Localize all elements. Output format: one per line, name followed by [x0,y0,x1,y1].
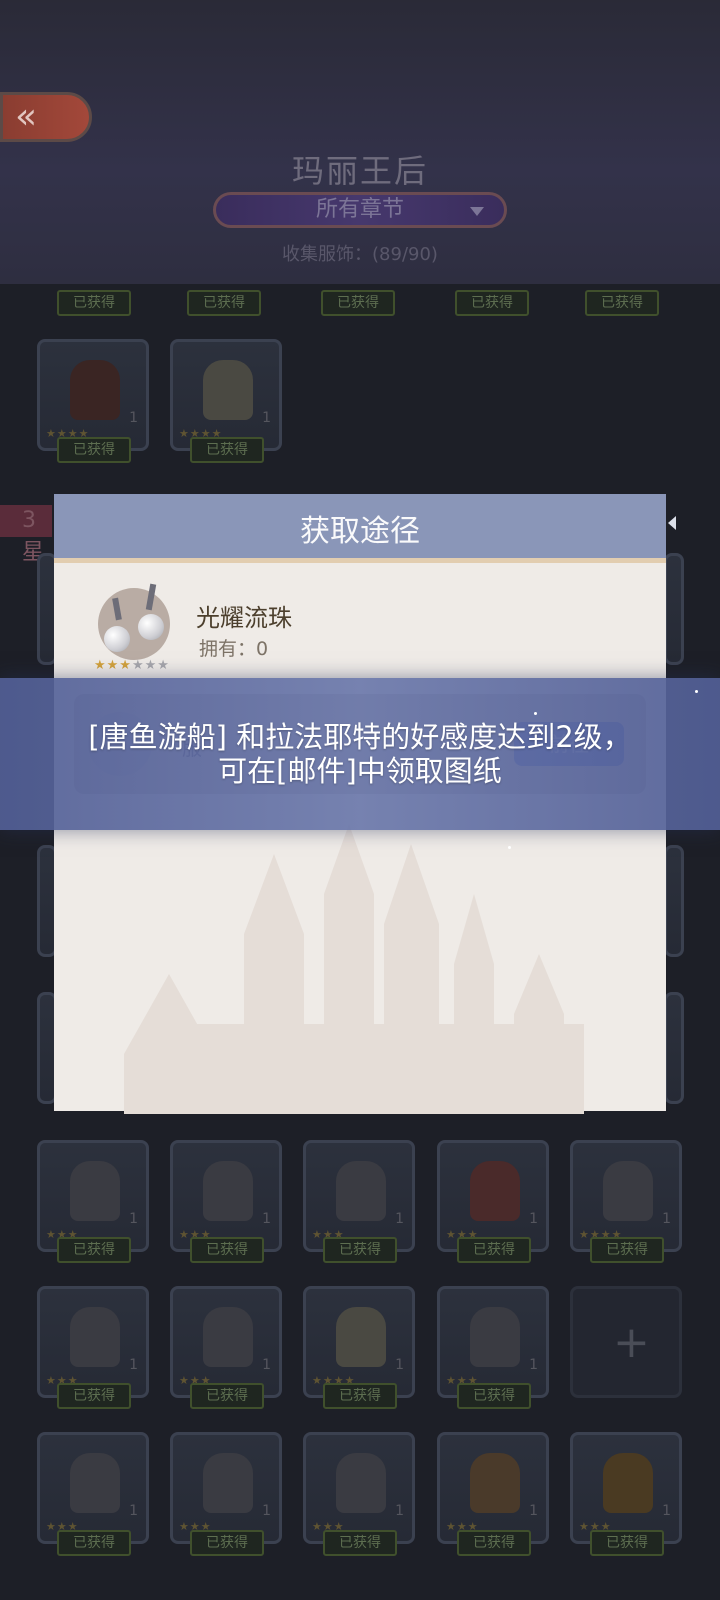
page-title: 玛丽王后 [291,152,428,190]
costume-item[interactable]: 1 ★★★ [37,1286,149,1398]
obtained-badge: 已获得 [457,1530,531,1556]
heels-icon [603,1453,653,1513]
item-quantity: 1 [529,1503,538,1519]
chapter-select-label: 所有章节 [315,197,404,222]
costume-item[interactable]: 1 ★★★ [37,1432,149,1544]
item-owned-count: 拥有：0 [199,638,269,660]
obtained-badge: 已获得 [190,437,264,463]
obtained-badge: 已获得 [57,1383,131,1409]
costume-item[interactable]: 1 ★★★★ [37,339,149,451]
item-quantity: 1 [262,1503,271,1519]
item-quantity: 1 [262,1211,271,1227]
bow-earrings-icon [203,1453,253,1513]
item-quantity: 1 [129,1357,138,1373]
notification-toast: [唐鱼游船] 和拉法耶特的好感度达到2级， 可在[邮件]中领取图纸 [0,678,720,830]
sparkle-icon [508,846,511,849]
obtained-badge: 已获得 [57,290,131,316]
item-quantity: 1 [395,1503,404,1519]
toast-line-2: 可在[邮件]中领取图纸 [218,754,502,788]
cloak-icon [70,360,120,420]
obtained-badge: 已获得 [323,1383,397,1409]
necklace-icon [203,1161,253,1221]
obtained-badge: 已获得 [57,437,131,463]
obtained-badge: 已获得 [455,290,529,316]
costume-item[interactable]: 1 ★★★ [170,1140,282,1252]
costume-item[interactable]: 1 ★★★ [437,1432,549,1544]
item-quantity: 1 [129,1503,138,1519]
chapter-select[interactable]: 所有章节 [213,192,507,228]
item-quantity: 1 [395,1357,404,1373]
costume-item[interactable]: 1 ★★★ [170,1286,282,1398]
item-quantity: 1 [262,1357,271,1373]
dropdown-arrow-icon [470,207,484,216]
pearl-earrings-icon [98,583,170,660]
costume-item[interactable]: 1 ★★★ [303,1432,415,1544]
costume-item[interactable] [664,992,684,1104]
double-chevron-left-icon: « [15,96,38,137]
item-quantity: 1 [529,1357,538,1373]
costume-item[interactable]: 1 ★★★★ [170,339,282,451]
obtained-badge: 已获得 [190,1530,264,1556]
mask-icon [470,1307,520,1367]
castle-watermark-icon [124,824,584,1114]
obtained-badge: 已获得 [590,1530,664,1556]
toast-line-1: [唐鱼游船] 和拉法耶特的好感度达到2级， [88,720,632,754]
shoes-icon [336,1453,386,1513]
obtained-badge: 已获得 [321,290,395,316]
gown-icon [603,1161,653,1221]
costume-item[interactable]: 1 ★★★★ [303,1286,415,1398]
dialog-title: 获取途径 [300,514,420,549]
item-star-rating: ★★★★★★ [94,658,170,673]
dress-icon [203,360,253,420]
item-name: 光耀流珠 [196,604,292,632]
costume-item[interactable]: 1 ★★★★ [570,1140,682,1252]
costume-item[interactable]: 1 ★★★ [437,1140,549,1252]
feather-hat-icon [470,1161,520,1221]
obtained-badge: 已获得 [57,1237,131,1263]
sparkle-icon [534,712,537,715]
hairstyle-icon [203,1307,253,1367]
obtained-badge: 已获得 [585,290,659,316]
item-quantity: 1 [395,1211,404,1227]
hairstyle-icon [470,1453,520,1513]
costume-item[interactable]: 1 ★★★ [437,1286,549,1398]
toast-message: [唐鱼游船] 和拉法耶特的好感度达到2级， 可在[邮件]中领取图纸 [0,720,720,788]
pointer-arrow-icon [668,516,676,530]
item-quantity: 1 [129,410,138,426]
plus-icon: + [613,1317,650,1368]
back-button[interactable]: « [0,92,92,142]
costume-item[interactable] [664,845,684,957]
obtained-badge: 已获得 [190,1383,264,1409]
obtained-badge: 已获得 [190,1237,264,1263]
wings-icon [70,1453,120,1513]
item-quantity: 1 [662,1503,671,1519]
star-section-tab: 3星 [0,505,52,565]
collection-count: 收集服饰：(89/90) [282,244,438,265]
costume-item[interactable]: 1 ★★★ [37,1140,149,1252]
obtained-badge: 已获得 [323,1237,397,1263]
costume-item[interactable]: 1 ★★★ [570,1432,682,1544]
costume-item[interactable]: 1 ★★★ [170,1432,282,1544]
obtained-badge: 已获得 [187,290,261,316]
costume-item[interactable]: 1 ★★★ [303,1140,415,1252]
dialog-header: 获取途径 [54,494,676,563]
bracelet-icon [336,1161,386,1221]
item-quantity: 1 [129,1211,138,1227]
unobtained-item[interactable]: + [570,1286,682,1398]
sparkle-icon [695,690,698,693]
obtained-badge: 已获得 [457,1237,531,1263]
obtained-badge: 已获得 [57,1530,131,1556]
obtained-badge: 已获得 [323,1530,397,1556]
earrings-icon [70,1161,120,1221]
costume-item[interactable] [664,553,684,665]
item-quantity: 1 [662,1211,671,1227]
dress-icon [336,1307,386,1367]
item-quantity: 1 [529,1211,538,1227]
obtained-badge: 已获得 [590,1237,664,1263]
item-quantity: 1 [262,410,271,426]
obtained-badge: 已获得 [457,1383,531,1409]
page-header: « 玛丽王后 所有章节 收集服饰：(89/90) [0,0,720,284]
hair-clips-icon [70,1307,120,1367]
